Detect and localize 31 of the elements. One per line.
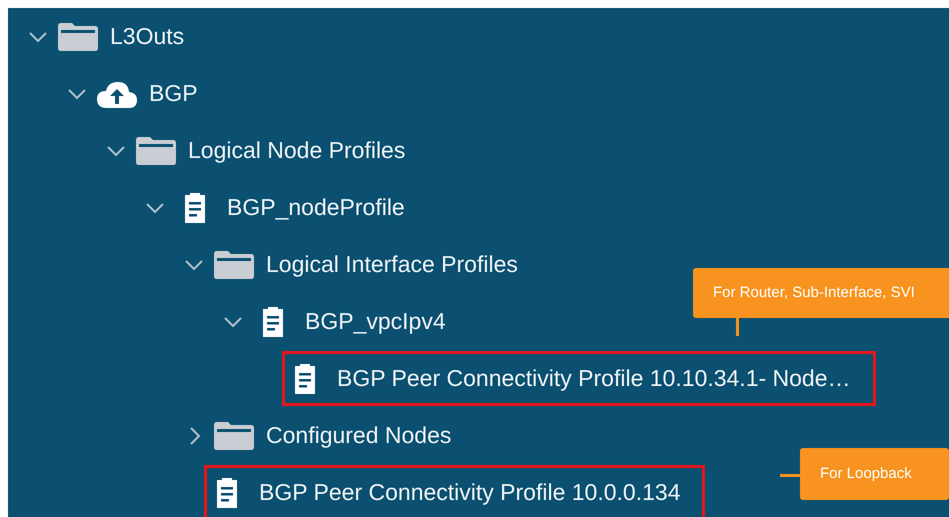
- tree-label: L3Outs: [110, 22, 184, 52]
- tree-item[interactable]: Configured Nodes: [214, 418, 452, 453]
- document-icon: [183, 192, 207, 224]
- folder-icon: [214, 250, 254, 278]
- tree-item[interactable]: BGP: [97, 76, 198, 111]
- tree-label: BGP_nodeProfile: [227, 193, 405, 222]
- tree-item[interactable]: L3Outs: [58, 19, 184, 54]
- leader-line: [736, 318, 739, 336]
- tree-label: Configured Nodes: [266, 421, 452, 450]
- folder-icon: [214, 422, 254, 450]
- tree-label: Logical Node Profiles: [188, 136, 406, 166]
- callout-note: For Router, Sub-Interface, SVI: [693, 268, 949, 318]
- cloud-upload-icon: [97, 80, 137, 108]
- tree-item[interactable]: BGP_nodeProfile: [175, 190, 405, 225]
- document-icon: [261, 306, 285, 338]
- tree-label: BGP: [149, 79, 198, 108]
- highlight-frame[interactable]: BGP Peer Connectivity Profile 10.10.34.1- Node…: [282, 351, 876, 406]
- tree-label: Logical Interface Profiles: [266, 250, 518, 280]
- folder-icon: [58, 22, 98, 50]
- tree-label: BGP Peer Connectivity Profile 10.0.0.134: [259, 478, 680, 508]
- tree-label: BGP_vpcIpv4: [305, 307, 446, 336]
- leader-line: [780, 474, 800, 477]
- document-icon: [293, 362, 317, 394]
- document-icon: [215, 476, 239, 508]
- highlight-frame[interactable]: BGP Peer Connectivity Profile 10.0.0.134: [204, 465, 706, 517]
- tree-item[interactable]: Logical Interface Profiles: [214, 247, 518, 282]
- folder-icon: [136, 136, 176, 164]
- tree-item[interactable]: BGP_vpcIpv4: [253, 304, 446, 339]
- callout-note: For Loopback: [800, 448, 949, 500]
- tree-label: BGP Peer Connectivity Profile 10.10.34.1- Node…: [337, 364, 851, 394]
- tree-item[interactable]: Logical Node Profiles: [136, 133, 406, 168]
